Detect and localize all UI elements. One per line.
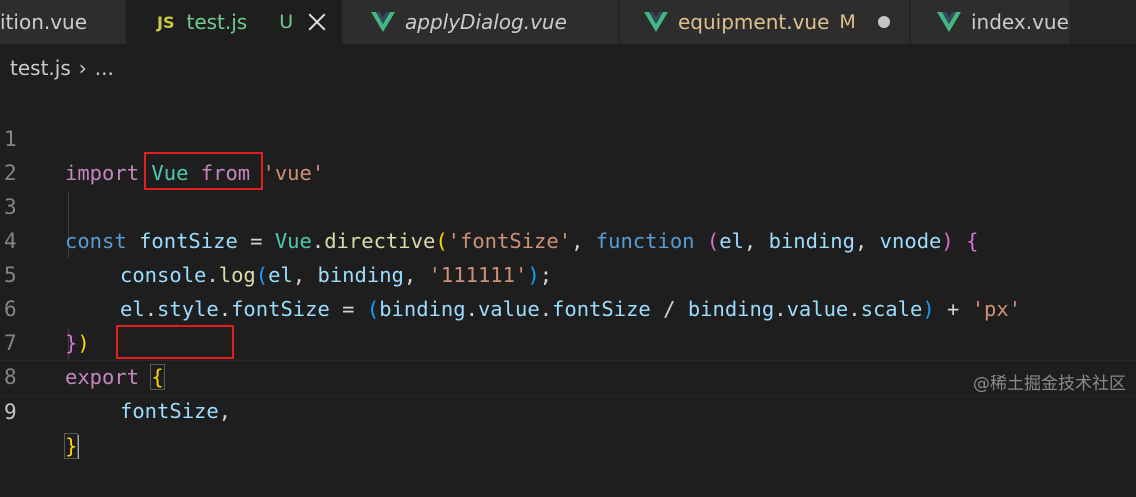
close-icon[interactable]	[307, 12, 327, 32]
line-number: 9	[4, 395, 44, 429]
code-line-current: 9 }	[0, 360, 1136, 396]
tab-label: applyDialog.vue	[405, 10, 567, 34]
tab-label: index.vue	[971, 10, 1069, 34]
untracked-status: U	[279, 11, 293, 33]
tab-index-vue[interactable]: index.vue	[911, 0, 1071, 44]
unsaved-dot-icon[interactable]	[878, 16, 890, 28]
code-line: 7 export {	[0, 292, 1136, 326]
tab-test-js[interactable]: JS test.js U	[127, 0, 342, 44]
highlight-box	[144, 152, 263, 190]
code-line: 5 el.style.fontSize = (binding.value.fon…	[0, 224, 1136, 258]
tab-label: ition.vue	[0, 10, 87, 34]
tab-partial-vue[interactable]: ition.vue	[0, 0, 126, 44]
breadcrumb: test.js › ...	[0, 48, 114, 88]
vue-file-icon	[937, 11, 961, 33]
code-editor[interactable]: 1 import Vue from 'vue' 2 3 const fontSi…	[0, 88, 1136, 404]
tab-label: equipment.vue	[678, 10, 829, 34]
vue-file-icon	[644, 11, 668, 33]
breadcrumb-file[interactable]: test.js	[10, 56, 71, 80]
tab-applydialog-vue[interactable]: applyDialog.vue	[343, 0, 619, 44]
vue-file-icon	[371, 11, 395, 33]
code-line: 4 console.log(el, binding, '111111');	[0, 190, 1136, 224]
text-cursor	[77, 435, 79, 459]
modified-status: M	[839, 11, 855, 33]
chevron-right-icon: ›	[79, 56, 87, 80]
watermark: @稀土掘金技术社区	[973, 369, 1126, 394]
js-file-icon: JS	[157, 13, 174, 32]
tab-equipment-vue[interactable]: equipment.vue M	[620, 0, 910, 44]
code-line: 6 })	[0, 258, 1136, 292]
code-line: 1 import Vue from 'vue'	[0, 88, 1136, 122]
tab-bar: ition.vue JS test.js U applyDialog.vue e…	[0, 0, 1136, 44]
code-line: 2	[0, 122, 1136, 156]
breadcrumb-more[interactable]: ...	[95, 56, 114, 80]
fontsize-export: fontSize	[120, 399, 219, 423]
tab-label: test.js	[186, 10, 247, 34]
highlight-box	[116, 325, 234, 359]
